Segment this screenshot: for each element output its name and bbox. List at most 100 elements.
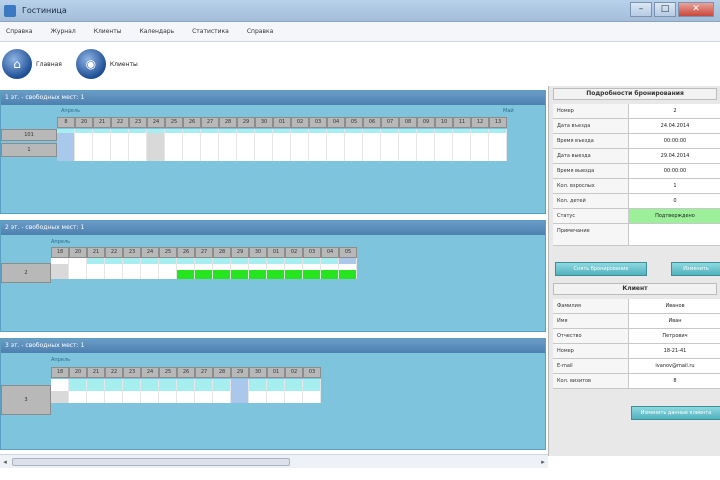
menu-item-journal[interactable]: Журнал [50, 28, 75, 35]
day-cell[interactable] [249, 270, 267, 279]
day-cell[interactable] [69, 391, 87, 403]
day-cell[interactable] [213, 379, 231, 391]
maximize-button[interactable]: □ [654, 2, 676, 17]
day-cell[interactable] [87, 391, 105, 403]
day-cell[interactable] [51, 270, 69, 279]
day-cell[interactable] [51, 391, 69, 403]
day-cell[interactable] [231, 270, 249, 279]
day-cell[interactable] [69, 379, 87, 391]
day-cell[interactable] [195, 379, 213, 391]
day-cell[interactable] [285, 270, 303, 279]
day-header-cell: 18 [51, 247, 69, 258]
home-button[interactable]: ⌂ Главная [2, 49, 62, 79]
close-button[interactable]: ✕ [678, 2, 714, 17]
menu-item-calendar[interactable]: Календарь [140, 28, 175, 35]
day-cell[interactable] [195, 270, 213, 279]
day-cell[interactable] [165, 133, 183, 161]
room-cell[interactable]: 101 [1, 129, 57, 141]
day-cell[interactable] [303, 270, 321, 279]
day-header-cell: 24 [141, 367, 159, 378]
day-cell[interactable] [129, 133, 147, 161]
day-cell[interactable] [201, 133, 219, 161]
day-cell[interactable] [417, 133, 435, 161]
day-cell[interactable] [285, 379, 303, 391]
day-cell[interactable] [213, 391, 231, 403]
day-cell[interactable] [105, 379, 123, 391]
day-cell[interactable] [141, 379, 159, 391]
day-cell[interactable] [93, 133, 111, 161]
day-cell[interactable] [87, 379, 105, 391]
day-cell[interactable] [399, 133, 417, 161]
day-cell[interactable] [141, 391, 159, 403]
day-cell[interactable] [183, 133, 201, 161]
day-cell[interactable] [489, 133, 507, 161]
day-cell[interactable] [123, 391, 141, 403]
day-cell[interactable] [453, 133, 471, 161]
day-cell[interactable] [285, 391, 303, 403]
day-cell[interactable] [195, 391, 213, 403]
day-cell[interactable] [339, 270, 357, 279]
day-cell[interactable] [303, 379, 321, 391]
day-cell[interactable] [345, 133, 363, 161]
day-cell[interactable] [177, 379, 195, 391]
day-cell[interactable] [105, 391, 123, 403]
edit-client-button[interactable]: Изменить данные клиента [631, 406, 720, 420]
clients-button[interactable]: ◉ Клиенты [75, 49, 138, 79]
day-cell[interactable] [237, 133, 255, 161]
scroll-left-icon[interactable]: ◂ [0, 457, 10, 467]
menu-item-statistics[interactable]: Статистика [192, 28, 229, 35]
day-cell[interactable] [327, 133, 345, 161]
day-cell[interactable] [159, 391, 177, 403]
section-title-2: 2 эт. - свободных мест: 1 [1, 221, 545, 235]
day-cell[interactable] [57, 133, 75, 161]
booking-note[interactable] [629, 224, 720, 245]
edit-booking-button[interactable]: Изменить [671, 262, 720, 276]
scroll-right-icon[interactable]: ▸ [538, 457, 548, 467]
day-cell[interactable] [435, 133, 453, 161]
day-cell[interactable] [267, 391, 285, 403]
day-cell[interactable] [87, 270, 105, 279]
day-cell[interactable] [219, 133, 237, 161]
day-cell[interactable] [75, 133, 93, 161]
day-cell[interactable] [291, 133, 309, 161]
day-cell[interactable] [123, 379, 141, 391]
day-cell[interactable] [177, 270, 195, 279]
day-cell[interactable] [51, 379, 69, 391]
day-cell[interactable] [231, 391, 249, 403]
day-cell[interactable] [267, 270, 285, 279]
minimize-button[interactable]: – [630, 2, 652, 17]
day-cell[interactable] [177, 391, 195, 403]
day-cell[interactable] [249, 379, 267, 391]
day-cell[interactable] [363, 133, 381, 161]
day-cell[interactable] [231, 379, 249, 391]
horizontal-scrollbar[interactable]: ◂ ▸ [0, 454, 548, 468]
day-cell[interactable] [381, 133, 399, 161]
day-cell[interactable] [267, 379, 285, 391]
room-cell[interactable]: 3 [1, 385, 51, 415]
day-cell[interactable] [69, 270, 87, 279]
day-cell[interactable] [147, 133, 165, 161]
day-cell[interactable] [249, 391, 267, 403]
day-cell[interactable] [123, 270, 141, 279]
day-cell[interactable] [471, 133, 489, 161]
day-cell[interactable] [159, 379, 177, 391]
day-cell[interactable] [141, 270, 159, 279]
scroll-thumb[interactable] [12, 458, 290, 466]
day-cell[interactable] [105, 270, 123, 279]
day-cell[interactable] [273, 133, 291, 161]
day-cell[interactable] [111, 133, 129, 161]
day-cell[interactable] [213, 270, 231, 279]
menu-item-clients[interactable]: Клиенты [94, 28, 122, 35]
room-cell[interactable]: 1 [1, 143, 57, 157]
booking-value: 29.04.2014 [660, 153, 690, 159]
day-cell[interactable] [255, 133, 273, 161]
day-cell[interactable] [303, 391, 321, 403]
menu-item-help[interactable]: Справка [6, 28, 32, 35]
day-cell[interactable] [309, 133, 327, 161]
day-cell[interactable] [159, 270, 177, 279]
day-cell[interactable] [321, 270, 339, 279]
room-cell[interactable]: 2 [1, 263, 51, 283]
day-header-cell: 02 [291, 117, 309, 128]
cancel-booking-button[interactable]: Снять бронирование [555, 262, 647, 276]
menu-item-reference[interactable]: Справка [247, 28, 273, 35]
